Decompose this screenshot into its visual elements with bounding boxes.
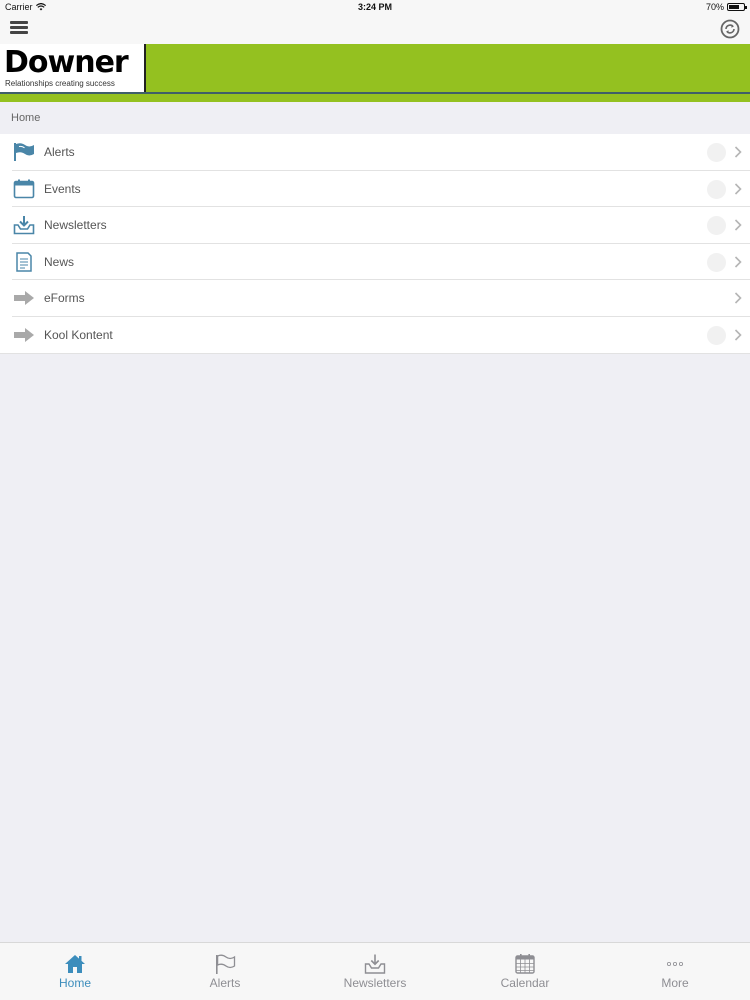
flag-icon: [216, 954, 236, 974]
arrow-right-icon: [14, 291, 34, 306]
more-icon: [667, 961, 683, 966]
status-time: 3:24 PM: [357, 2, 392, 12]
flag-icon: [14, 143, 34, 161]
banner-divider: [0, 92, 750, 94]
tab-label: Calendar: [500, 976, 550, 990]
tab-home[interactable]: Home: [0, 943, 150, 1000]
tab-newsletters[interactable]: Newsletters: [300, 943, 450, 1000]
chevron-right-icon: [734, 256, 742, 268]
menu-item-label: Newsletters: [44, 218, 107, 233]
hamburger-line: [10, 31, 28, 34]
count-badge: [707, 325, 726, 345]
menu-item-label: Events: [44, 181, 81, 196]
breadcrumb: Home: [0, 102, 750, 134]
tab-bar: Home Alerts Newsletters Calendar More: [0, 942, 750, 1000]
menu-item-label: Alerts: [44, 145, 75, 159]
sync-icon[interactable]: [720, 19, 740, 39]
tab-label: Alerts: [209, 976, 241, 990]
battery-icon: [727, 3, 747, 11]
header-banner: Downer Relationships creating success: [0, 44, 750, 102]
count-badge: [707, 216, 726, 236]
inbox-download-icon: [13, 216, 35, 235]
menu-item-newsletters[interactable]: Newsletters: [0, 207, 750, 244]
status-right: 70%: [705, 2, 747, 12]
tab-more[interactable]: More: [600, 943, 750, 1000]
calendar-icon: [13, 179, 35, 198]
home-icon: [65, 955, 85, 973]
tab-label: Newsletters: [343, 976, 407, 990]
battery-percent: 70%: [705, 2, 724, 12]
chevron-right-icon: [734, 292, 742, 304]
hamburger-line: [10, 21, 28, 24]
menu-item-alerts[interactable]: Alerts: [0, 134, 750, 171]
document-icon: [16, 252, 32, 272]
menu-list: Alerts Events Newsletters News eForms Ko…: [0, 134, 750, 354]
count-badge: [707, 179, 726, 199]
logo-tagline: Relationships creating success: [5, 79, 115, 88]
tab-alerts[interactable]: Alerts: [150, 943, 300, 1000]
menu-item-eforms[interactable]: eForms: [0, 280, 750, 317]
inbox-download-icon: [364, 954, 386, 974]
tab-label: More: [661, 976, 689, 990]
logo-text: Downer: [4, 45, 129, 80]
chevron-right-icon: [734, 183, 742, 195]
chevron-right-icon: [734, 146, 742, 158]
count-badge: [707, 143, 726, 162]
menu-item-news[interactable]: News: [0, 243, 750, 281]
chevron-right-icon: [734, 329, 742, 341]
battery-fill: [729, 5, 739, 9]
arrow-right-icon: [14, 327, 34, 342]
hamburger-line: [10, 26, 28, 29]
count-badge: [707, 252, 726, 272]
nav-bar: [0, 14, 750, 44]
tab-label: Home: [58, 976, 91, 990]
menu-item-label: eForms: [44, 291, 85, 306]
logo: Downer Relationships creating success: [0, 44, 146, 92]
menu-item-events[interactable]: Events: [0, 170, 750, 208]
hamburger-icon[interactable]: [10, 19, 28, 37]
chevron-right-icon: [734, 219, 742, 231]
menu-item-label: Kool Kontent: [44, 327, 113, 342]
menu-item-label: News: [44, 254, 75, 269]
tab-calendar[interactable]: Calendar: [450, 943, 600, 1000]
calendar-icon: [515, 954, 535, 974]
menu-item-kool-kontent[interactable]: Kool Kontent: [0, 316, 750, 354]
status-bar: Carrier 3:24 PM 70%: [0, 0, 750, 14]
